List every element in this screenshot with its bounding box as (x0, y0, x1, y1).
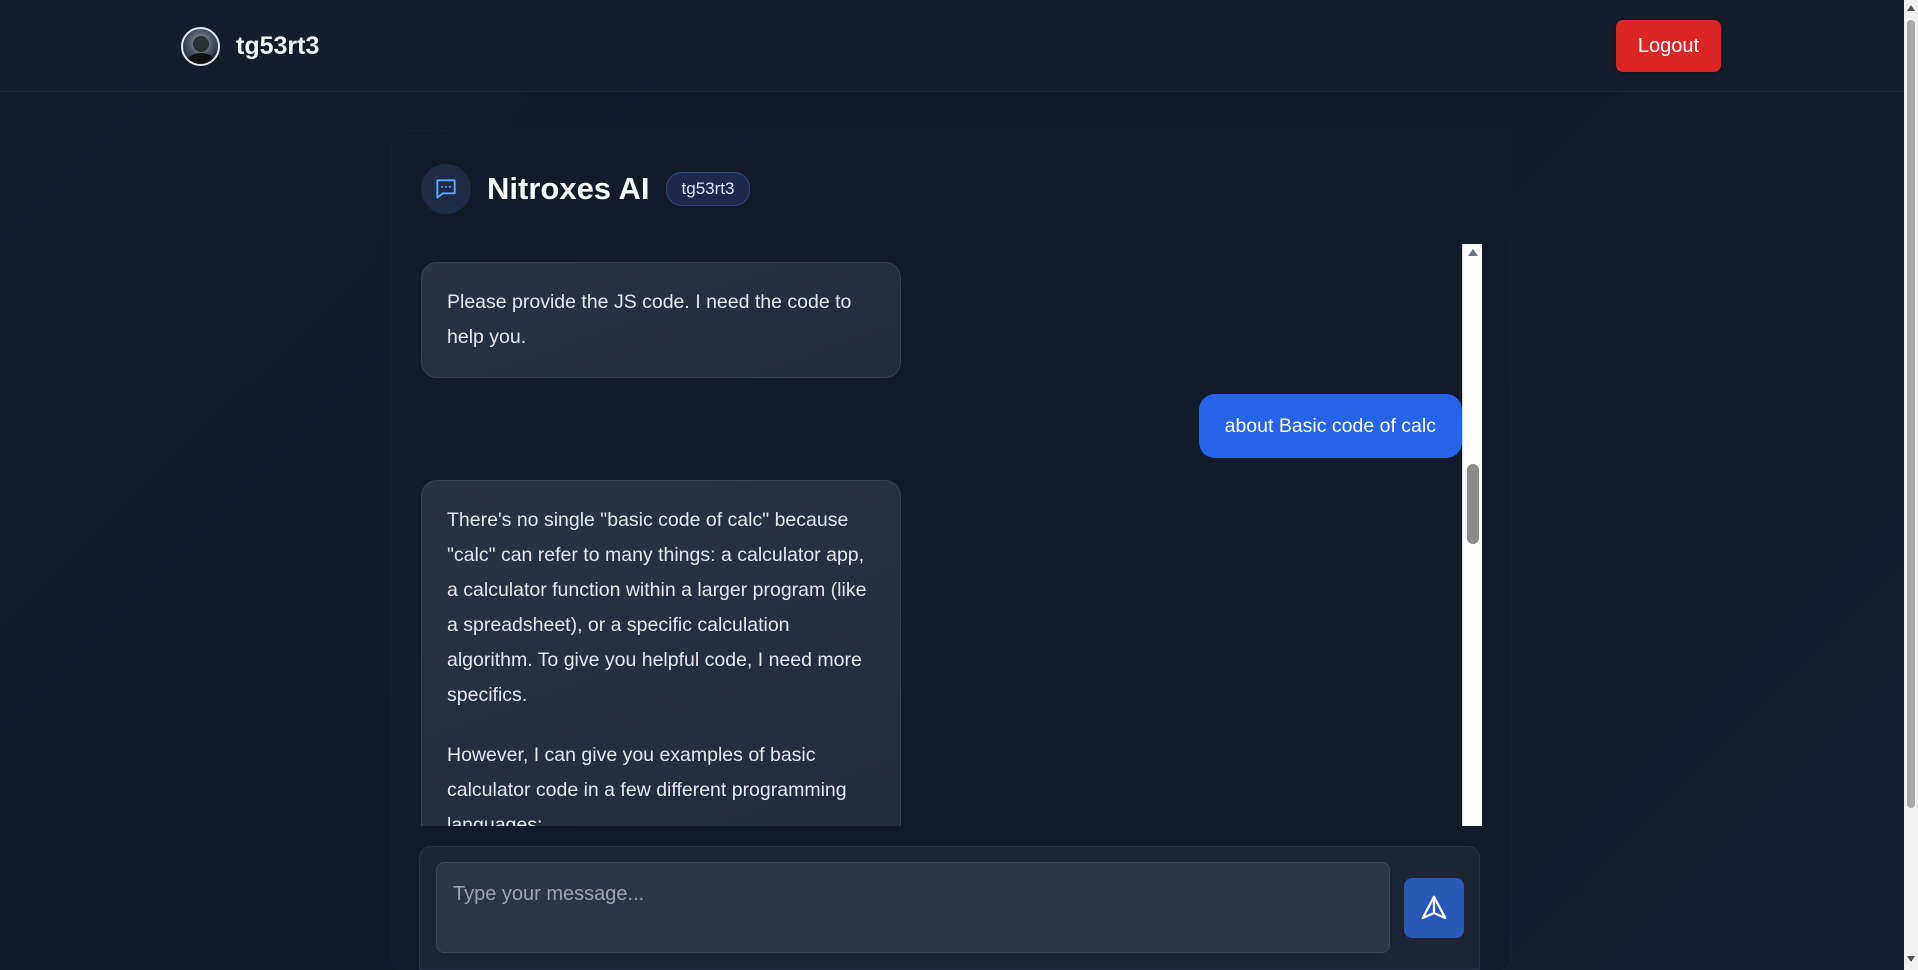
user-message: about Basic code of calc (1198, 394, 1462, 458)
username: tg53rt3 (236, 32, 320, 60)
scroll-down-arrow-icon[interactable] (1907, 956, 1915, 962)
send-icon (1421, 895, 1447, 920)
top-bar: tg53rt3 Logout (0, 0, 1904, 92)
message-text: However, I can give you examples of basi… (447, 744, 847, 826)
message-input[interactable] (436, 862, 1390, 953)
message-list[interactable]: Please provide the JS code. I need the c… (421, 244, 1462, 826)
ai-message: Please provide the JS code. I need the c… (421, 262, 901, 378)
logout-button[interactable]: Logout (1616, 20, 1721, 72)
user-info: tg53rt3 (181, 27, 319, 66)
scroll-up-arrow-icon[interactable] (1907, 5, 1915, 11)
send-button[interactable] (1404, 878, 1464, 938)
page-scrollbar[interactable] (1904, 0, 1918, 970)
scroll-thumb[interactable] (1467, 464, 1479, 544)
user-badge: tg53rt3 (665, 172, 751, 206)
message-text: There's no single "basic code of calc" b… (447, 509, 867, 706)
page-scroll-thumb[interactable] (1907, 20, 1915, 808)
avatar (181, 27, 220, 66)
message-text: Please provide the JS code. I need the c… (447, 291, 852, 348)
chat-bubble-icon (421, 164, 471, 214)
chat-header: Nitroxes AI tg53rt3 (421, 164, 751, 214)
chat-title: Nitroxes AI (487, 171, 650, 206)
ai-message: There's no single "basic code of calc" b… (421, 480, 901, 826)
scroll-up-arrow-icon[interactable] (1468, 249, 1478, 256)
message-scrollbar[interactable] (1462, 244, 1482, 826)
